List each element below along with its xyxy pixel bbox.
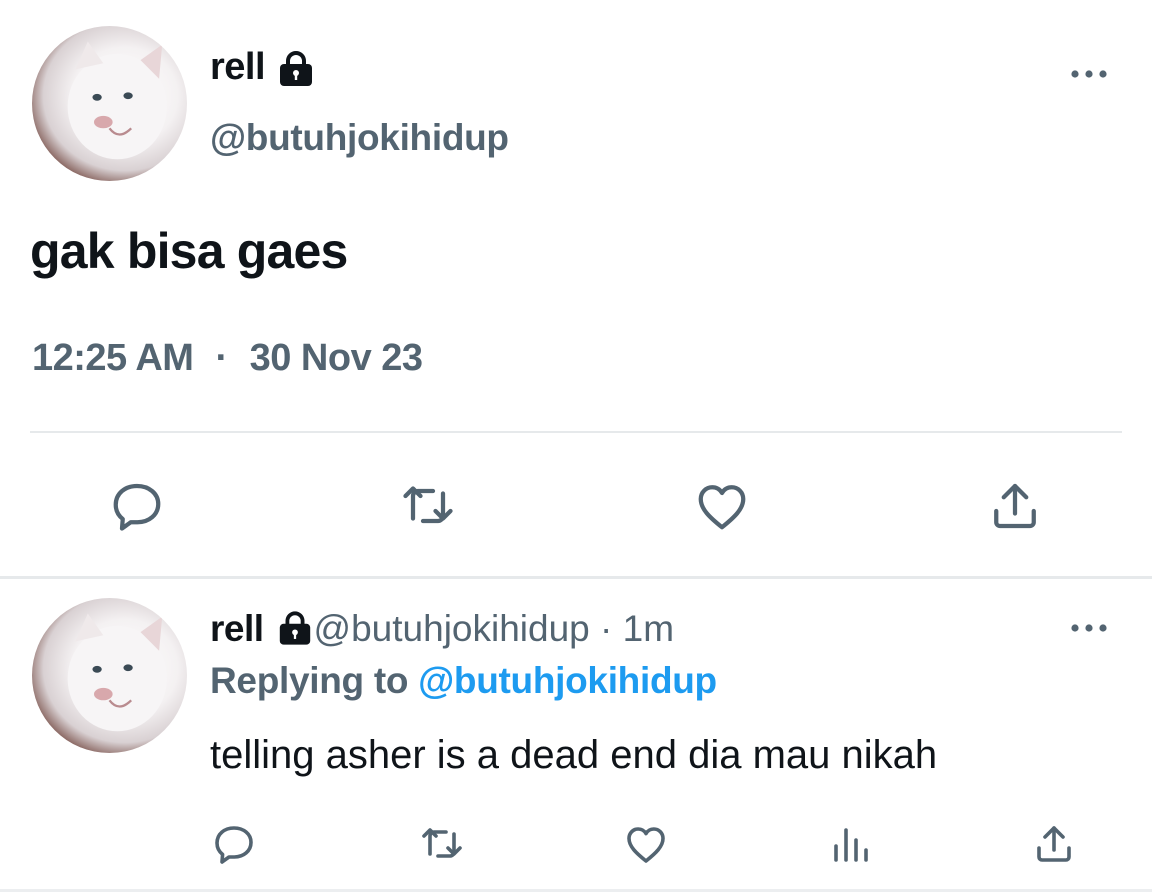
- reply-icon[interactable]: [210, 820, 258, 868]
- like-icon[interactable]: [692, 476, 752, 536]
- more-horizontal-icon[interactable]: [1068, 62, 1110, 86]
- kitten-avatar-image: [67, 613, 167, 732]
- replying-handle-link[interactable]: @butuhjokihidup: [418, 660, 717, 701]
- divider: [30, 431, 1122, 433]
- replying-to: Replying to @butuhjokihidup: [210, 660, 717, 702]
- avatar-main[interactable]: [32, 26, 187, 181]
- lock-icon: [276, 611, 314, 646]
- like-icon[interactable]: [622, 820, 670, 868]
- reply-text: telling asher is a dead end dia mau nika…: [210, 733, 938, 777]
- kitten-avatar-image: [67, 41, 167, 160]
- more-horizontal-icon[interactable]: [1068, 616, 1110, 640]
- analytics-icon[interactable]: [826, 820, 874, 868]
- tweet-date[interactable]: 30 Nov 23: [250, 337, 423, 379]
- retweet-icon[interactable]: [418, 820, 466, 868]
- reply-icon[interactable]: [107, 476, 167, 536]
- reply-author-name[interactable]: rell: [210, 608, 264, 649]
- tweet-text: gak bisa gaes: [30, 223, 348, 279]
- tweet-time[interactable]: 12:25 AM: [32, 337, 194, 379]
- avatar-reply[interactable]: [32, 598, 187, 753]
- tweet-timestamp: 12:25 AM · 30 Nov 23: [32, 337, 423, 380]
- reply-handle-time[interactable]: @butuhjokihidup · 1m: [314, 608, 674, 649]
- author-handle[interactable]: @butuhjokihidup: [210, 117, 509, 159]
- retweet-icon[interactable]: [398, 476, 458, 536]
- author-name[interactable]: rell: [210, 46, 266, 89]
- replying-label: Replying to: [210, 660, 409, 701]
- share-icon[interactable]: [1030, 820, 1078, 868]
- divider: [0, 889, 1152, 892]
- share-icon[interactable]: [985, 476, 1045, 536]
- lock-icon: [276, 51, 316, 87]
- meta-separator: ·: [215, 337, 228, 379]
- divider: [0, 576, 1152, 579]
